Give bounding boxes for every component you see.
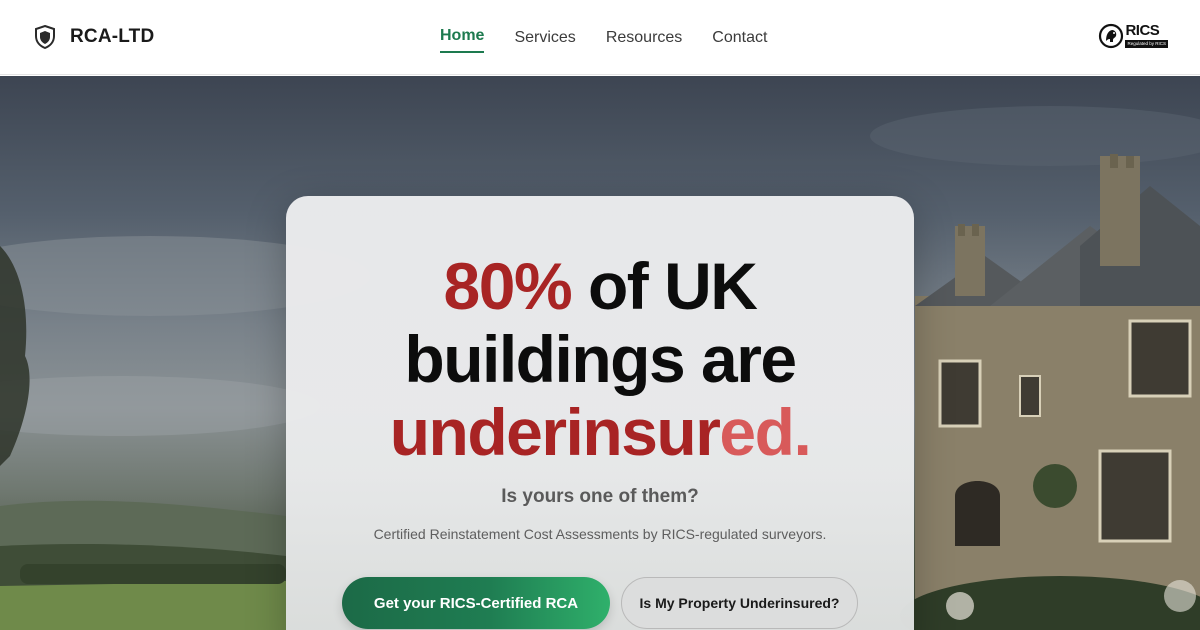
- main-nav: Home Services Resources Contact: [440, 0, 797, 75]
- rics-lion-emblem-icon: [1099, 23, 1124, 49]
- brand-logo[interactable]: RCA-LTD: [34, 25, 154, 49]
- headline-line3-tail: ed.: [719, 395, 811, 469]
- shield-icon: [35, 25, 55, 49]
- headline-line3: underinsur: [389, 395, 721, 469]
- headline-stat: 80%: [443, 249, 573, 323]
- hero-subheading: Is yours one of them?: [501, 486, 699, 507]
- rics-badge: RICS Regulated by RICS: [1098, 23, 1168, 49]
- headline-line1: of UK: [571, 249, 758, 323]
- rics-wordmark: RICS: [1125, 22, 1160, 39]
- rics-tagline: Regulated by RICS: [1125, 40, 1168, 48]
- get-rca-button[interactable]: Get your RICS-Certified RCA: [342, 577, 610, 629]
- nav-link-services[interactable]: Services: [514, 29, 575, 47]
- nav-link-contact[interactable]: Contact: [712, 29, 767, 47]
- hero-description: Certified Reinstatement Cost Assessments…: [373, 526, 827, 542]
- hero-card: 80% of UK buildings are underinsured. Is…: [286, 196, 914, 630]
- headline-line2: buildings are: [404, 322, 797, 396]
- nav-link-resources[interactable]: Resources: [606, 29, 682, 47]
- check-underinsured-button[interactable]: Is My Property Underinsured?: [621, 577, 858, 629]
- brand-name: RCA-LTD: [70, 26, 155, 47]
- hero-section: 80% of UK buildings are underinsured. Is…: [0, 76, 1200, 630]
- nav-link-home[interactable]: Home: [440, 27, 485, 53]
- hero-headline: 80% of UK buildings are underinsured.: [286, 250, 914, 469]
- site-header: RCA-LTD Home Services Resources Contact …: [0, 0, 1200, 75]
